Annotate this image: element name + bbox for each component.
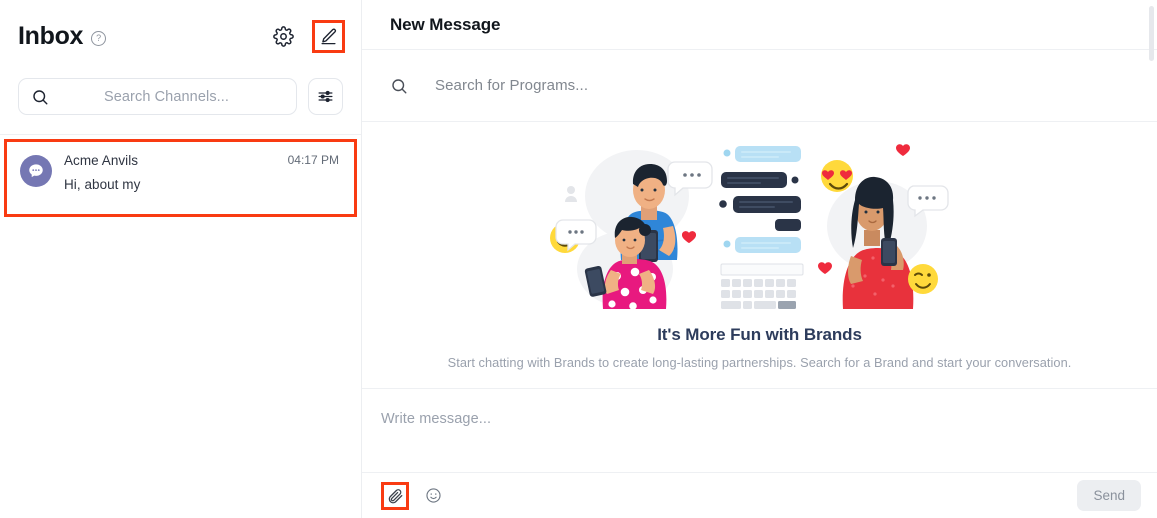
empty-state-subtitle: Start chatting with Brands to create lon… [447, 355, 1072, 370]
illustration-svg [549, 144, 949, 310]
sliders-filter-icon [318, 90, 333, 103]
conversation-timestamp: 04:17 PM [287, 153, 339, 167]
gear-icon [272, 25, 294, 47]
message-panel: New Message Search for Programs... It's … [362, 0, 1157, 518]
conversation-preview: Hi, about my [64, 177, 141, 192]
send-button[interactable]: Send [1077, 480, 1141, 511]
write-message-placeholder: Write message... [381, 411, 492, 427]
conversation-top-row: Acme Anvils 04:17 PM [64, 153, 343, 168]
message-composer: Write message... Send [362, 388, 1157, 518]
program-search-row[interactable]: Search for Programs... [362, 50, 1157, 122]
filter-button[interactable] [308, 78, 343, 115]
conversation-list: Acme Anvils 04:17 PM Hi, about my [0, 135, 361, 518]
compose-message-button[interactable] [312, 19, 345, 53]
search-icon [392, 78, 407, 93]
avatar [20, 155, 52, 187]
composer-toolbar: Send [362, 472, 1157, 518]
sidebar-search-row: Search Channels... [0, 78, 361, 115]
inbox-sidebar: Inbox ? Search Channels... Acme Anvils 0… [0, 0, 362, 518]
message-panel-header: New Message [362, 0, 1157, 50]
people-chatting-illustration [525, 134, 995, 310]
sidebar-header: Inbox ? [0, 0, 361, 72]
attach-file-button[interactable] [381, 481, 409, 510]
pencil-compose-icon [321, 28, 337, 44]
new-message-title: New Message [390, 14, 501, 34]
vertical-scrollbar[interactable] [1149, 6, 1154, 61]
empty-state: It's More Fun with Brands Start chatting… [362, 122, 1157, 388]
emoji-picker-button[interactable] [421, 484, 445, 508]
inbox-app: Inbox ? Search Channels... Acme Anvils 0… [0, 0, 1157, 518]
search-channels-input[interactable]: Search Channels... [18, 78, 297, 115]
page-title: Inbox [18, 21, 84, 50]
settings-button[interactable] [268, 21, 298, 51]
program-search-placeholder: Search for Programs... [435, 77, 589, 94]
paperclip-icon [388, 488, 403, 503]
search-channels-placeholder: Search Channels... [103, 88, 230, 105]
empty-state-title: It's More Fun with Brands [657, 325, 862, 344]
smiley-face-icon [425, 488, 441, 503]
chat-bubble-icon [29, 164, 43, 178]
list-item[interactable]: Acme Anvils 04:17 PM Hi, about my [0, 139, 361, 217]
write-message-input[interactable]: Write message... [362, 389, 1157, 472]
search-icon [33, 89, 48, 104]
conversation-name: Acme Anvils [64, 153, 139, 168]
conversation-body: Acme Anvils 04:17 PM Hi, about my [64, 153, 343, 217]
question-mark-circle-icon[interactable]: ? [91, 30, 107, 46]
